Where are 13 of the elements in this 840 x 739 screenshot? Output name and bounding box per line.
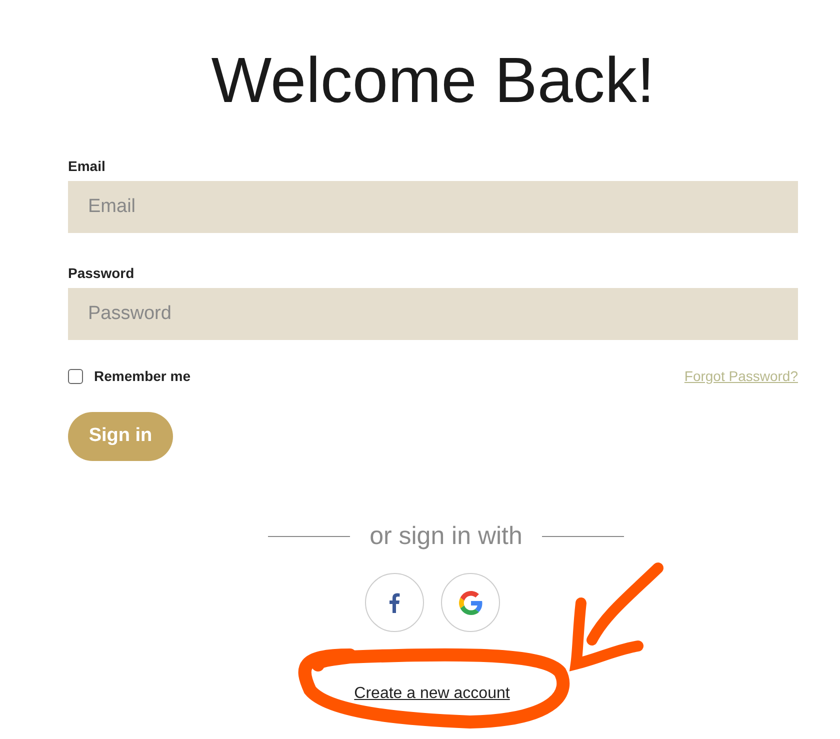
page-title: Welcome Back! <box>211 43 655 118</box>
field-label: Password <box>68 265 136 281</box>
field-label: Email <box>68 158 106 174</box>
divider-text: or sign in with <box>370 521 522 551</box>
input-field[interactable]: Email <box>68 181 798 233</box>
google-icon <box>458 590 482 614</box>
input-field[interactable]: Password <box>68 288 798 340</box>
sign-in-button[interactable]: Sign in <box>68 412 173 461</box>
forgot-password-link[interactable]: Forgot Password? <box>684 366 798 387</box>
create-account-link[interactable]: Create a new account <box>354 682 510 706</box>
remember-label: Remember me <box>94 367 190 386</box>
facebook-icon <box>389 592 400 612</box>
remember-checkbox[interactable] <box>68 369 83 384</box>
